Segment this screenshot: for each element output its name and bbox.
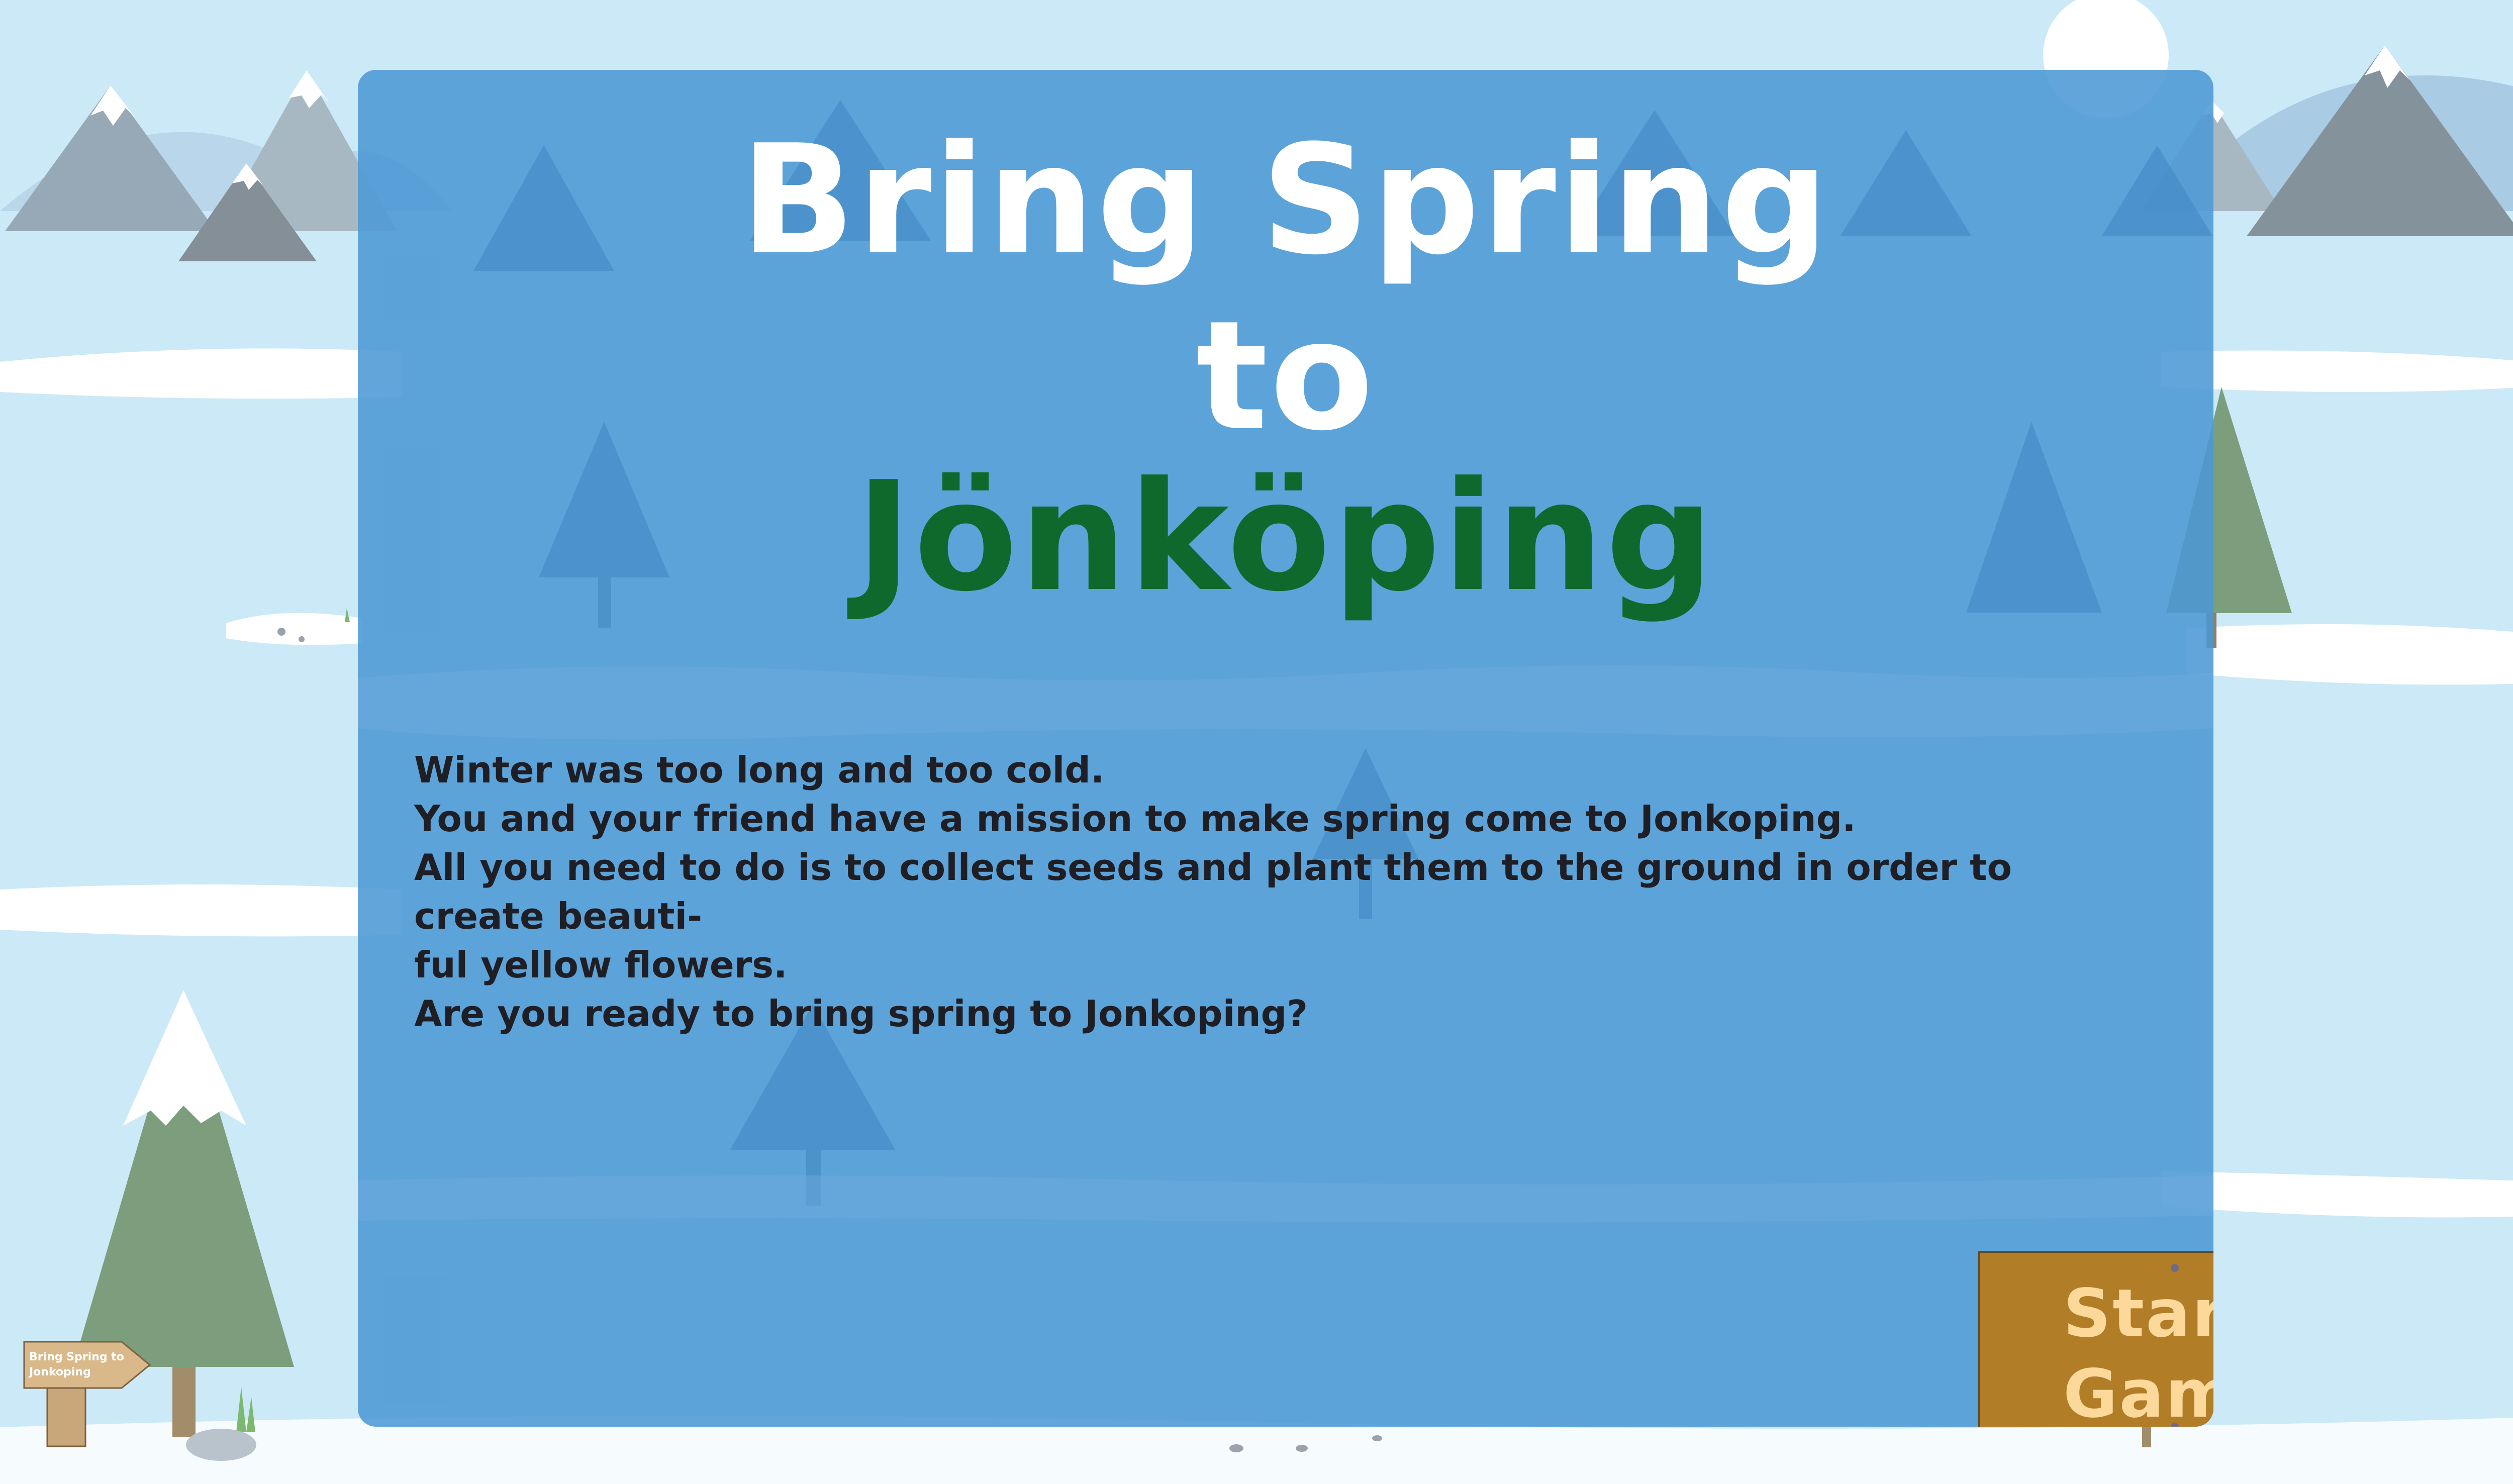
intro-line: All you need to do is to collect seeds a… xyxy=(414,846,2025,937)
snow-field-upper-right xyxy=(2161,350,2513,392)
intro-line: Are you ready to bring spring to Jonkopi… xyxy=(414,993,1308,1035)
rock-icon xyxy=(186,1429,256,1461)
title-line-jonkoping: Jönköping xyxy=(855,449,1716,625)
intro-line: ful yellow flowers. xyxy=(414,944,788,986)
small-sign-label: Bring Spring to Jonkoping xyxy=(29,1351,124,1378)
intro-line: You and your friend have a mission to ma… xyxy=(414,798,1856,840)
title-line-bring-spring: Bring Spring xyxy=(740,113,1831,288)
snow-field-right-mid xyxy=(2186,624,2513,685)
start-game-button[interactable]: Start the Game xyxy=(1978,1251,2213,1427)
intro-panel: Bring Spring to Jönköping Winter was too… xyxy=(358,70,2213,1427)
small-direction-sign: Bring Spring to Jonkoping xyxy=(23,1341,154,1447)
snow-field-mid xyxy=(0,884,402,937)
game-title-screen: Bring Spring to Jönköping Winter was too… xyxy=(0,0,2513,1484)
title-line-to: to xyxy=(1196,288,1376,464)
start-game-label: Start the Game xyxy=(2063,1275,2213,1427)
intro-story-text: Winter was too long and too cold. You an… xyxy=(414,746,2022,1038)
intro-line: Winter was too long and too cold. xyxy=(414,749,1105,791)
